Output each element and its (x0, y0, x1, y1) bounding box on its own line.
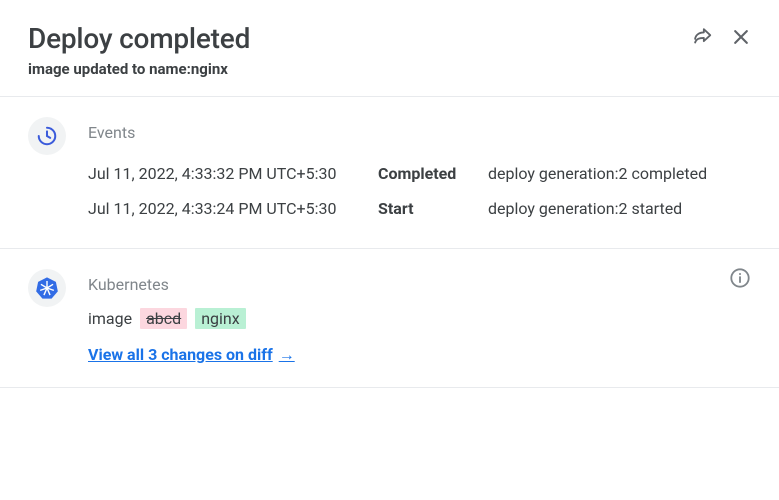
share-icon (691, 26, 713, 48)
kubernetes-section: Kubernetes image abcd nginx View all 3 c… (0, 249, 779, 388)
event-status: Completed (378, 164, 488, 183)
diff-new-value: nginx (195, 308, 245, 329)
clock-icon (36, 125, 58, 147)
info-icon (729, 267, 751, 289)
diff-line: image abcd nginx (88, 308, 751, 329)
events-label: Events (88, 123, 751, 142)
events-section-icon (28, 117, 66, 155)
kubernetes-section-icon (28, 269, 66, 307)
info-button[interactable] (729, 267, 751, 293)
event-time: Jul 11, 2022, 4:33:32 PM UTC+5:30 (88, 164, 378, 183)
kubernetes-label: Kubernetes (88, 275, 751, 294)
deploy-detail-panel: Deploy completed image updated to name:n… (0, 0, 779, 388)
view-diff-text: View all 3 changes on diff (88, 345, 273, 364)
event-row: Jul 11, 2022, 4:33:32 PM UTC+5:30 Comple… (88, 156, 751, 191)
kubernetes-icon (34, 275, 60, 301)
event-row: Jul 11, 2022, 4:33:24 PM UTC+5:30 Start … (88, 191, 751, 226)
event-status: Start (378, 199, 488, 218)
arrow-right-icon: → (279, 345, 295, 365)
events-body: Events Jul 11, 2022, 4:33:32 PM UTC+5:30… (88, 117, 751, 226)
diff-key: image (88, 309, 132, 328)
page-title: Deploy completed (28, 22, 691, 56)
event-message: deploy generation:2 completed (488, 164, 751, 183)
close-icon (731, 27, 751, 47)
share-button[interactable] (691, 26, 713, 48)
event-message: deploy generation:2 started (488, 199, 751, 218)
events-table: Jul 11, 2022, 4:33:32 PM UTC+5:30 Comple… (88, 156, 751, 226)
header-actions (691, 22, 751, 48)
page-subtitle: image updated to name:nginx (28, 60, 691, 78)
events-section: Events Jul 11, 2022, 4:33:32 PM UTC+5:30… (0, 97, 779, 249)
kubernetes-body: Kubernetes image abcd nginx View all 3 c… (88, 269, 751, 365)
diff-old-value: abcd (140, 308, 187, 329)
panel-header: Deploy completed image updated to name:n… (0, 0, 779, 97)
close-button[interactable] (731, 27, 751, 47)
header-text: Deploy completed image updated to name:n… (28, 22, 691, 78)
event-time: Jul 11, 2022, 4:33:24 PM UTC+5:30 (88, 199, 378, 218)
view-diff-link[interactable]: View all 3 changes on diff → (88, 345, 295, 365)
